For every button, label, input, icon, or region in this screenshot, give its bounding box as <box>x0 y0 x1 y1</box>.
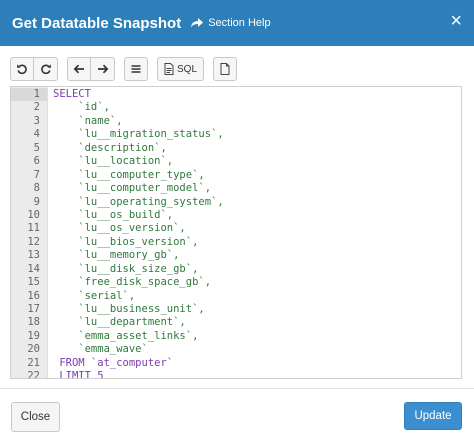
undo-icon <box>17 64 27 75</box>
sql-button[interactable]: SQL <box>157 57 205 81</box>
code-line: 7 `lu__computer_type`, <box>11 169 461 182</box>
sql-group: SQL <box>157 57 205 81</box>
code-line: 4 `lu__migration_status`, <box>11 128 461 141</box>
code-text: `lu__os_version`, <box>53 222 186 235</box>
code-line: 20 `emma_wave` <box>11 343 461 356</box>
arrow-left-icon <box>73 64 84 74</box>
code-line: 19 `emma_asset_links`, <box>11 330 461 343</box>
code-text: `lu__computer_type`, <box>53 168 205 181</box>
line-number: 14 <box>27 262 40 275</box>
redo-icon <box>40 64 51 75</box>
share-arrow-icon <box>191 18 204 28</box>
close-button[interactable]: Close <box>11 402 60 432</box>
line-number: 1 <box>11 88 47 102</box>
file-sql-icon <box>164 63 174 75</box>
code-lines: 1 SELECT 2 `id`, 3 `name`, 4 `lu__migration_… <box>11 88 461 379</box>
line-number: 17 <box>27 303 40 315</box>
list-icon <box>131 65 141 73</box>
file-icon <box>220 63 230 75</box>
dialog-title: Get Datatable Snapshot <box>12 14 182 32</box>
next-button[interactable] <box>91 57 115 81</box>
code-line: 3 `name`, <box>11 115 461 128</box>
sql-label: SQL <box>177 63 198 75</box>
code-text: `name`, <box>53 114 123 127</box>
snapshot-dialog: Get Datatable Snapshot Section Help × SQ… <box>0 0 474 440</box>
code-line: 5 `description`, <box>11 142 461 155</box>
code-line: 6 `lu__location`, <box>11 155 461 168</box>
code-text: `lu__business_unit`, <box>53 303 205 315</box>
history-group <box>10 57 58 81</box>
navigation-group <box>67 57 115 81</box>
line-number: 9 <box>33 195 40 208</box>
code-line: 22 LIMIT 5 <box>11 370 461 379</box>
section-help-label: Section Help <box>208 17 271 29</box>
code-line: 8 `lu__computer_model`, <box>11 182 461 195</box>
code-text: `lu__computer_model`, <box>53 182 212 195</box>
editor-toolbar: SQL <box>10 56 246 82</box>
code-text: `id`, <box>53 101 110 114</box>
line-number: 20 <box>27 343 40 356</box>
line-number: 21 <box>27 356 40 369</box>
code-line: 16 `serial`, <box>11 290 461 303</box>
line-number: 5 <box>33 141 40 154</box>
code-text: `lu__memory_gb`, <box>53 249 180 262</box>
document-button[interactable] <box>213 57 238 81</box>
line-number: 10 <box>27 208 40 221</box>
code-line: 12 `lu__bios_version`, <box>11 236 461 249</box>
line-number: 16 <box>27 289 40 302</box>
code-line: 1 SELECT <box>11 88 461 102</box>
code-line: 17 `lu__business_unit`, <box>11 303 461 316</box>
code-text: `lu__migration_status`, <box>53 128 224 141</box>
line-number: 2 <box>33 101 40 114</box>
code-text: `lu__os_build`, <box>53 208 174 221</box>
code-line: 21 FROM `at_computer` <box>11 357 461 370</box>
previous-button[interactable] <box>67 57 91 81</box>
code-text: `serial`, <box>53 289 136 302</box>
arrow-right-icon <box>97 64 108 74</box>
code-text: `description`, <box>53 141 167 154</box>
line-number: 19 <box>27 329 40 342</box>
line-number: 6 <box>33 155 40 168</box>
code-text: `emma_asset_links`, <box>53 329 199 342</box>
line-number: 8 <box>33 182 40 195</box>
document-group <box>213 57 238 81</box>
code-line: 18 `lu__department`, <box>11 316 461 329</box>
close-icon[interactable]: × <box>450 11 462 31</box>
format-group <box>124 57 148 81</box>
code-line: 15 `free_disk_space_gb`, <box>11 276 461 289</box>
line-number: 22 <box>27 370 40 379</box>
code-text: `free_disk_space_gb`, <box>53 276 212 289</box>
line-number: 15 <box>27 276 40 289</box>
dialog-header: Get Datatable Snapshot Section Help × <box>0 0 474 46</box>
line-number: 18 <box>27 316 40 329</box>
code-text: LIMIT 5 <box>53 370 104 379</box>
section-help-link[interactable]: Section Help <box>191 17 271 29</box>
code-text: SELECT <box>53 88 91 100</box>
undo-button[interactable] <box>10 57 34 81</box>
update-button[interactable]: Update <box>404 402 462 430</box>
code-line: 2 `id`, <box>11 101 461 114</box>
line-number: 13 <box>27 249 40 262</box>
line-number: 11 <box>27 222 40 235</box>
code-line: 10 `lu__os_build`, <box>11 209 461 222</box>
code-line: 11 `lu__os_version`, <box>11 222 461 235</box>
line-number: 12 <box>27 235 40 248</box>
line-number: 4 <box>33 128 40 141</box>
code-text: `lu__location`, <box>53 155 174 168</box>
redo-button[interactable] <box>34 57 58 81</box>
code-text: `lu__disk_size_gb`, <box>53 262 199 275</box>
code-text: `lu__operating_system`, <box>53 195 224 208</box>
line-number: 7 <box>33 168 40 181</box>
format-button[interactable] <box>124 57 148 81</box>
code-text: FROM `at_computer` <box>53 356 174 369</box>
code-text: `emma_wave` <box>53 343 148 356</box>
code-text: `lu__department`, <box>53 316 186 329</box>
code-line: 9 `lu__operating_system`, <box>11 196 461 209</box>
dialog-footer: Close Update <box>0 388 474 440</box>
code-line: 14 `lu__disk_size_gb`, <box>11 263 461 276</box>
line-number: 3 <box>33 114 40 127</box>
sql-editor[interactable]: 1 SELECT 2 `id`, 3 `name`, 4 `lu__migration_… <box>10 86 462 379</box>
code-line: 13 `lu__memory_gb`, <box>11 249 461 262</box>
code-text: `lu__bios_version`, <box>53 235 199 248</box>
